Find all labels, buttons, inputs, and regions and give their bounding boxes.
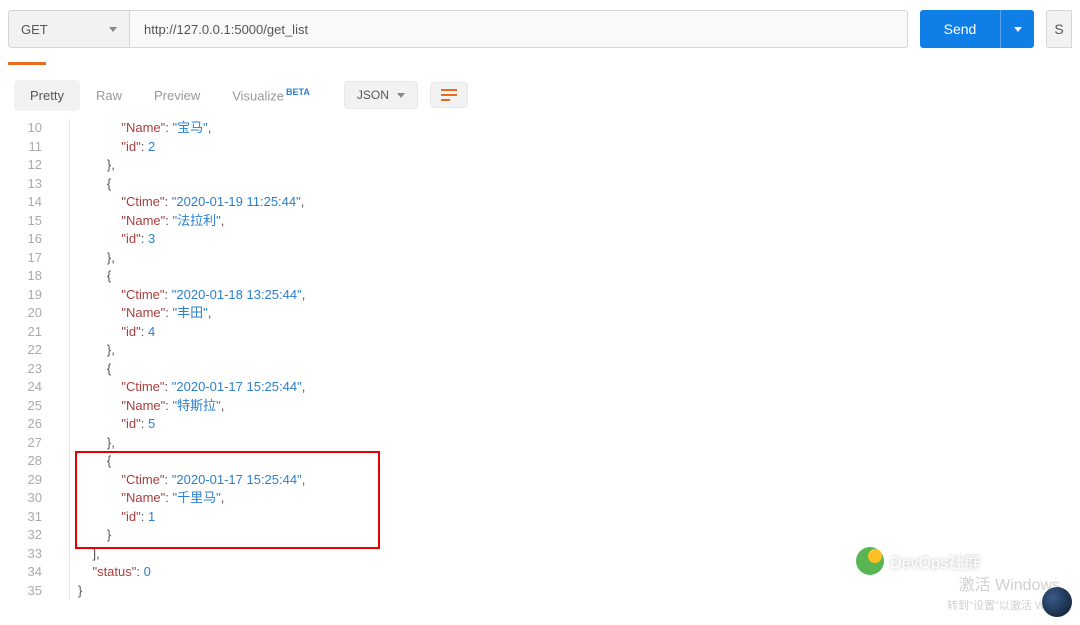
save-button-partial[interactable]: S [1046, 10, 1072, 48]
response-format-select[interactable]: JSON [344, 81, 418, 109]
send-dropdown-button[interactable] [1000, 10, 1034, 48]
devops-icon [856, 547, 884, 575]
tab-pretty[interactable]: Pretty [14, 80, 80, 111]
wrap-lines-button[interactable] [430, 82, 468, 108]
chevron-down-icon [397, 93, 405, 98]
wrap-icon [441, 89, 457, 101]
code-content[interactable]: "Name": "宝马", "id": 2 }, { "Ctime": "202… [70, 119, 305, 600]
http-method-select[interactable]: GET [8, 10, 130, 48]
chevron-down-icon [1014, 27, 1022, 32]
corner-notification-icon[interactable] [1042, 587, 1072, 617]
beta-badge: BETA [286, 87, 310, 97]
active-tab-indicator [8, 62, 46, 65]
fold-gutter [56, 119, 70, 600]
line-number-gutter: 1011121314151617181920212223242526272829… [0, 119, 56, 600]
send-button[interactable]: Send [920, 10, 1000, 48]
url-input[interactable] [130, 10, 908, 48]
http-method-label: GET [21, 22, 48, 37]
tab-raw[interactable]: Raw [80, 80, 138, 111]
format-label: JSON [357, 88, 389, 102]
response-body[interactable]: 1011121314151617181920212223242526272829… [0, 119, 1080, 600]
chevron-down-icon [109, 27, 117, 32]
tab-preview[interactable]: Preview [138, 80, 216, 111]
tab-visualize[interactable]: VisualizeBETA [216, 79, 326, 111]
